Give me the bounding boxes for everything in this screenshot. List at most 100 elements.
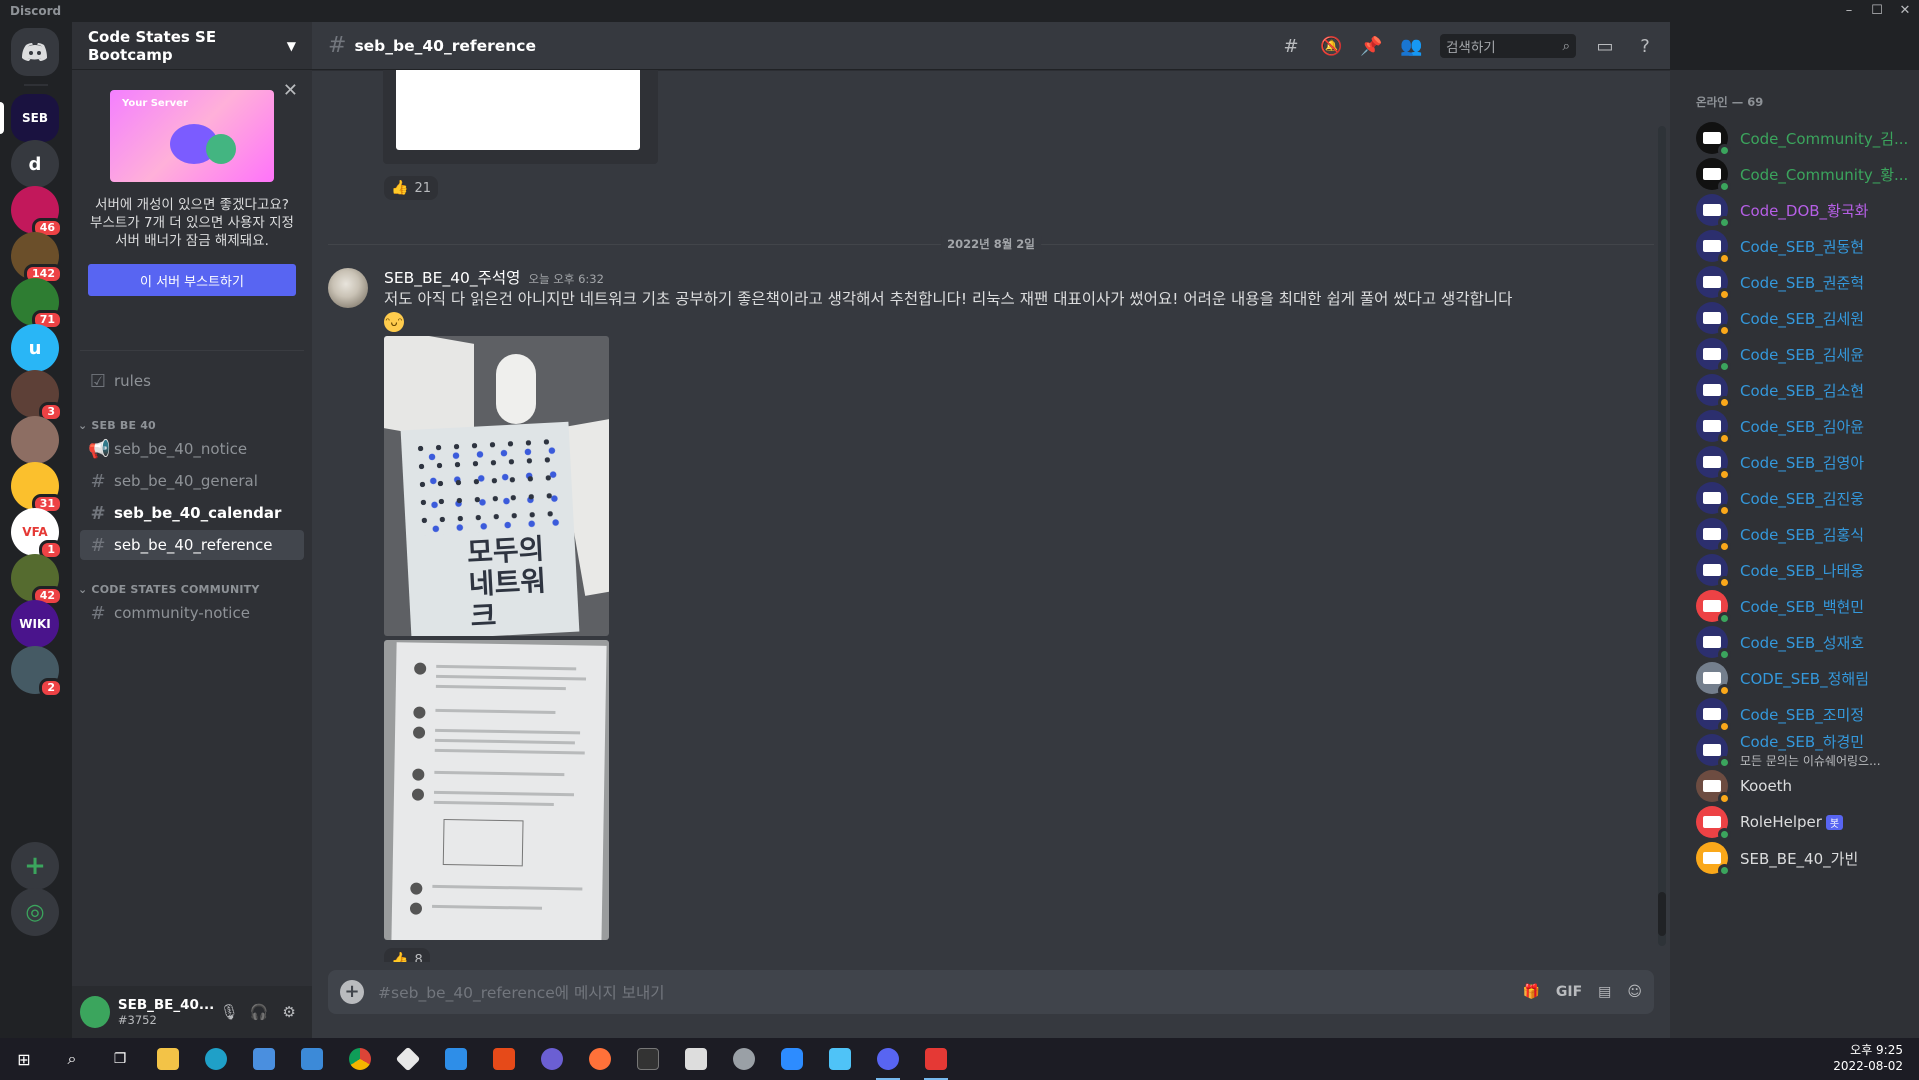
office-icon[interactable] (480, 1038, 528, 1080)
reaction-button[interactable]: 👍 8 (384, 948, 430, 962)
status-indicator (1718, 864, 1731, 877)
add-server-icon[interactable]: + (11, 842, 59, 890)
emoji-icon[interactable]: ☺ (1627, 984, 1642, 1000)
add-attachment-icon[interactable]: + (340, 980, 364, 1004)
message-input[interactable]: #seb_be_40_reference에 메시지 보내기 (378, 981, 1506, 1003)
members-icon[interactable]: 👥 (1400, 36, 1422, 57)
server-icon[interactable]: WIKI (11, 600, 59, 648)
server-label: u (28, 337, 42, 359)
discord-taskbar-icon[interactable] (864, 1038, 912, 1080)
reaction-button[interactable]: 👍 21 (384, 176, 438, 200)
close-window-icon[interactable]: ✕ (1891, 0, 1919, 22)
book-page-photo[interactable] (384, 640, 609, 940)
channel-rules[interactable]: ☑ rules (80, 366, 304, 396)
app-icon[interactable] (720, 1038, 768, 1080)
avatar[interactable] (80, 996, 110, 1028)
scrollbar[interactable] (1658, 126, 1666, 946)
attachment-image[interactable] (396, 70, 640, 150)
file-explorer-icon[interactable] (144, 1038, 192, 1080)
server-icon[interactable]: SEB (11, 94, 59, 142)
member-name: Code_SEB_백현민 (1740, 597, 1865, 616)
server-rail: SEB d 46 142 71 u 3 31 VFA 1 42 WIKI 2 + ◎ (0, 22, 72, 1038)
pin-icon[interactable]: 📌 (1360, 36, 1382, 57)
headphones-icon[interactable]: 🎧 (244, 1003, 274, 1021)
store-icon[interactable] (240, 1038, 288, 1080)
avatar (1696, 266, 1731, 301)
book-cover-photo[interactable]: 모두의 네트워크 (384, 336, 609, 636)
avatar-logo (1703, 168, 1721, 180)
gear-icon[interactable]: ⚙ (274, 1003, 304, 1021)
channel-notice[interactable]: 📢 seb_be_40_notice (80, 434, 304, 464)
reaction-count: 8 (414, 952, 423, 963)
channel-name: seb_be_40_notice (114, 440, 248, 458)
server-icon[interactable]: u (11, 324, 59, 372)
system-clock[interactable]: 오후 9:25 2022-08-02 (1833, 1042, 1903, 1074)
maximize-icon[interactable]: ☐ (1863, 0, 1891, 22)
banner-blob (206, 134, 236, 164)
mail-icon[interactable] (288, 1038, 336, 1080)
avatar-logo (1703, 816, 1721, 828)
text-line (434, 748, 585, 755)
server-icon[interactable]: 71 (11, 278, 63, 330)
server-icon[interactable]: d (11, 140, 59, 188)
vscode-icon[interactable] (432, 1038, 480, 1080)
firefox-icon[interactable] (576, 1038, 624, 1080)
avatar (1696, 626, 1731, 661)
member-name: Code_SEB_김아윤 (1740, 417, 1865, 436)
app-icon[interactable] (912, 1038, 960, 1080)
server-icon[interactable]: VFA 1 (11, 508, 63, 560)
member-text: Code_SEB_나태웅 (1728, 560, 1864, 581)
avatar-logo (1703, 744, 1721, 756)
chrome-icon[interactable] (336, 1038, 384, 1080)
member-item[interactable]: SEB_BE_40_가빈 (1696, 836, 1916, 880)
channel-calendar[interactable]: # seb_be_40_calendar (80, 498, 304, 528)
avatar[interactable] (328, 268, 368, 308)
threads-icon[interactable]: # (1280, 36, 1302, 57)
search-icon[interactable]: ⌕ (48, 1038, 96, 1080)
git-icon[interactable] (384, 1038, 432, 1080)
avatar (1696, 302, 1731, 337)
scrollbar-thumb[interactable] (1658, 892, 1666, 936)
server-icon[interactable]: 31 (11, 462, 63, 514)
app-icon[interactable] (816, 1038, 864, 1080)
edge-icon[interactable] (192, 1038, 240, 1080)
page-bullet (412, 726, 426, 739)
server-icon[interactable]: 2 (11, 646, 63, 698)
help-icon[interactable]: ? (1634, 36, 1656, 57)
message-author[interactable]: SEB_BE_40_주석영 (384, 266, 520, 288)
server-icon[interactable]: 142 (11, 232, 63, 284)
inbox-icon[interactable]: ▭ (1594, 36, 1616, 57)
member-text: Code_SEB_김세윤 (1728, 344, 1864, 365)
server-header[interactable]: Code States SE Bootcamp ▼ (72, 22, 312, 70)
boost-server-button[interactable]: 이 서버 부스트하기 (88, 264, 296, 296)
zoom-icon[interactable] (768, 1038, 816, 1080)
terminal-icon[interactable] (624, 1038, 672, 1080)
server-icon[interactable]: 3 (11, 370, 63, 422)
server-icon[interactable] (11, 416, 59, 464)
bell-muted-icon[interactable]: 🔕 (1320, 36, 1342, 57)
channel-general[interactable]: # seb_be_40_general (80, 466, 304, 496)
microphone-icon[interactable]: 🎙 (214, 1003, 244, 1021)
user-tag: #3752 (117, 1013, 157, 1027)
channel-community-notice[interactable]: # community-notice (80, 598, 304, 628)
explore-servers-icon[interactable]: ◎ (11, 888, 59, 936)
category-seb-be-40[interactable]: ⌄ SEB BE 40 (72, 406, 312, 432)
message-composer[interactable]: + #seb_be_40_reference에 메시지 보내기 🎁 GIF ▤ … (328, 970, 1654, 1014)
sticker-icon[interactable]: ▤ (1598, 984, 1611, 1000)
server-icon[interactable]: 42 (11, 554, 63, 606)
discord-home-icon[interactable] (11, 28, 59, 76)
avatar-logo (1703, 240, 1721, 252)
gif-button[interactable]: GIF (1556, 984, 1582, 1000)
server-icon[interactable]: 46 (11, 186, 63, 238)
gift-icon[interactable]: 🎁 (1522, 984, 1539, 1000)
close-icon[interactable]: ✕ (283, 80, 298, 101)
search-input[interactable]: 검색하기 ⌕ (1440, 34, 1576, 58)
minimize-icon[interactable]: – (1835, 0, 1863, 22)
app-icon[interactable] (672, 1038, 720, 1080)
task-view-icon[interactable]: ❐ (96, 1038, 144, 1080)
category-community[interactable]: ⌄ CODE STATES COMMUNITY (72, 570, 312, 596)
app-icon[interactable] (528, 1038, 576, 1080)
member-name: Code_SEB_하경민 (1740, 733, 1865, 751)
channel-reference[interactable]: # seb_be_40_reference (80, 530, 304, 560)
windows-start-icon[interactable]: ⊞ (0, 1038, 48, 1080)
